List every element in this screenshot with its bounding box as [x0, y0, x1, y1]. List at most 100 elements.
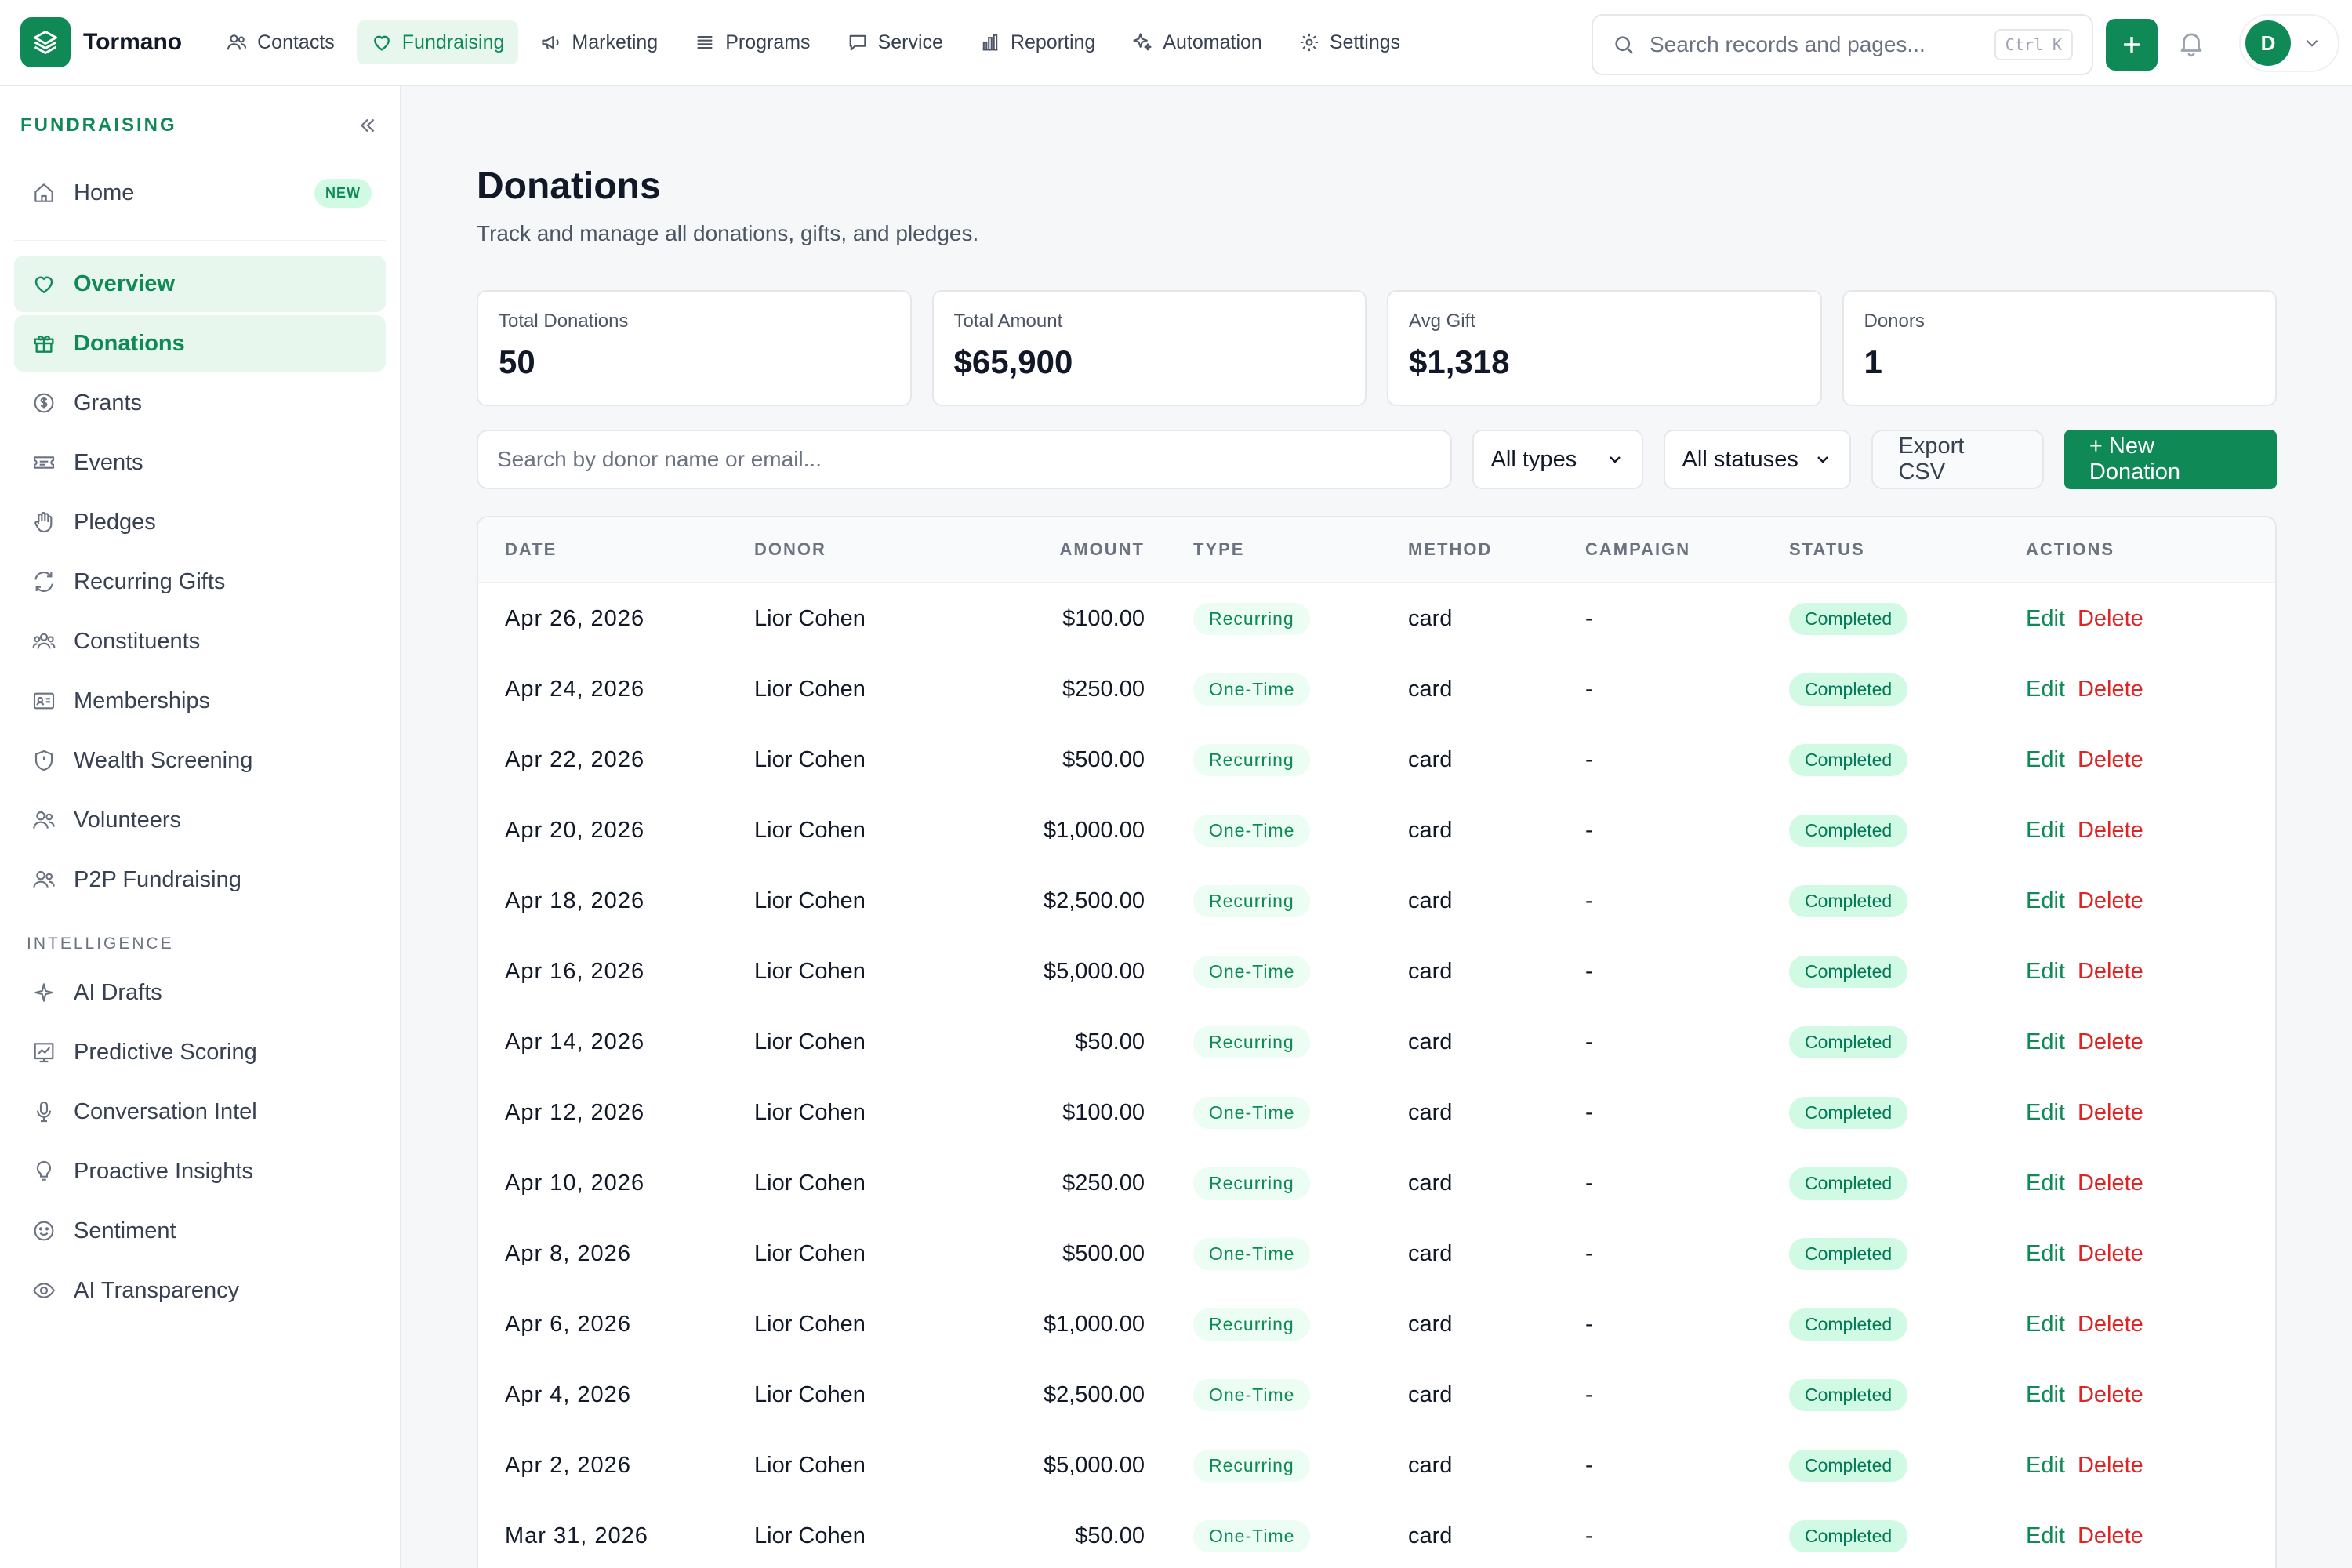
user-menu[interactable]: D: [2239, 14, 2339, 72]
stat-card-total-amount: Total Amount $65,900: [931, 290, 1367, 406]
sidebar-item-conversation-intel[interactable]: Conversation Intel: [14, 1083, 386, 1140]
delete-link[interactable]: Delete: [2078, 818, 2143, 843]
table-row[interactable]: Apr 26, 2026 Lior Cohen $100.00 Recurring ca…: [478, 583, 2275, 654]
delete-link[interactable]: Delete: [2078, 1453, 2143, 1478]
column-header-method[interactable]: METHOD: [1397, 539, 1574, 560]
table-row[interactable]: Apr 20, 2026 Lior Cohen $1,000.00 One-Time c…: [478, 795, 2275, 866]
collapse-sidebar-icon[interactable]: [356, 114, 379, 137]
delete-link[interactable]: Delete: [2078, 1523, 2143, 1548]
export-csv-button[interactable]: Export CSV: [1871, 430, 2044, 489]
table-row[interactable]: Apr 10, 2026 Lior Cohen $250.00 Recurring ca…: [478, 1148, 2275, 1218]
sidebar-item-proactive-insights[interactable]: Proactive Insights: [14, 1143, 386, 1200]
global-search-input[interactable]: Search records and pages... Ctrl K: [1592, 14, 2093, 75]
cell-amount: $50.00: [1075, 1029, 1145, 1054]
table-row[interactable]: Apr 24, 2026 Lior Cohen $250.00 One-Time car…: [478, 654, 2275, 724]
edit-link[interactable]: Edit: [2026, 677, 2065, 702]
brand[interactable]: Tormano: [20, 17, 182, 67]
delete-link[interactable]: Delete: [2078, 1312, 2143, 1337]
sidebar-item-pledges[interactable]: Pledges: [14, 494, 386, 550]
type-badge: One-Time: [1193, 1519, 1311, 1552]
delete-link[interactable]: Delete: [2078, 606, 2143, 631]
sidebar-item-home[interactable]: Home NEW: [14, 165, 386, 221]
microphone-icon: [31, 1099, 56, 1124]
table-row[interactable]: Mar 31, 2026 Lior Cohen $50.00 One-Time card…: [478, 1501, 2275, 1568]
delete-link[interactable]: Delete: [2078, 1382, 2143, 1407]
table-row[interactable]: Apr 18, 2026 Lior Cohen $2,500.00 Recurring…: [478, 866, 2275, 936]
type-filter-select[interactable]: All types: [1472, 430, 1643, 489]
column-header-donor[interactable]: DONOR: [743, 539, 994, 560]
quick-create-button[interactable]: [2106, 19, 2158, 71]
edit-link[interactable]: Edit: [2026, 1312, 2065, 1337]
type-badge: One-Time: [1193, 1237, 1311, 1270]
nav-fundraising[interactable]: Fundraising: [356, 20, 519, 64]
delete-link[interactable]: Delete: [2078, 747, 2143, 772]
cell-donor: Lior Cohen: [754, 1523, 866, 1548]
edit-link[interactable]: Edit: [2026, 888, 2065, 913]
group-icon: [31, 629, 56, 654]
nav-marketing[interactable]: Marketing: [526, 20, 672, 64]
sidebar-item-memberships[interactable]: Memberships: [14, 673, 386, 729]
table-row[interactable]: Apr 14, 2026 Lior Cohen $50.00 Recurring car…: [478, 1007, 2275, 1077]
delete-link[interactable]: Delete: [2078, 1100, 2143, 1125]
edit-link[interactable]: Edit: [2026, 1171, 2065, 1196]
table-row[interactable]: Apr 8, 2026 Lior Cohen $500.00 One-Time card…: [478, 1218, 2275, 1289]
nav-contacts[interactable]: Contacts: [212, 20, 349, 64]
notifications-bell-icon[interactable]: [2176, 28, 2206, 58]
delete-link[interactable]: Delete: [2078, 1171, 2143, 1196]
delete-link[interactable]: Delete: [2078, 1029, 2143, 1054]
type-badge: Recurring: [1193, 1025, 1310, 1058]
column-header-type[interactable]: TYPE: [1145, 539, 1397, 560]
cell-type: One-Time: [1145, 1237, 1397, 1270]
sidebar-item-overview[interactable]: Overview: [14, 256, 386, 312]
edit-link[interactable]: Edit: [2026, 818, 2065, 843]
delete-link[interactable]: Delete: [2078, 888, 2143, 913]
donor-search-input[interactable]: Search by donor name or email...: [477, 430, 1452, 489]
delete-link[interactable]: Delete: [2078, 1241, 2143, 1266]
sidebar-item-constituents[interactable]: Constituents: [14, 613, 386, 670]
column-header-status[interactable]: STATUS: [1778, 539, 2026, 560]
sidebar-item-ai-drafts[interactable]: AI Drafts: [14, 964, 386, 1021]
nav-automation[interactable]: Automation: [1117, 20, 1276, 64]
table-row[interactable]: Apr 6, 2026 Lior Cohen $1,000.00 Recurring c…: [478, 1289, 2275, 1359]
delete-link[interactable]: Delete: [2078, 677, 2143, 702]
sidebar-item-sentiment[interactable]: Sentiment: [14, 1203, 386, 1259]
type-badge: Recurring: [1193, 602, 1310, 635]
edit-link[interactable]: Edit: [2026, 747, 2065, 772]
cell-date: Apr 26, 2026: [505, 605, 645, 631]
cell-method: card: [1408, 817, 1453, 843]
sidebar-item-volunteers[interactable]: Volunteers: [14, 792, 386, 848]
sidebar-item-grants[interactable]: Grants: [14, 375, 386, 431]
nav-settings[interactable]: Settings: [1284, 20, 1414, 64]
table-row[interactable]: Apr 22, 2026 Lior Cohen $500.00 Recurring ca…: [478, 724, 2275, 795]
sidebar-item-donations[interactable]: Donations: [14, 315, 386, 372]
nav-programs[interactable]: Programs: [680, 20, 824, 64]
delete-link[interactable]: Delete: [2078, 959, 2143, 984]
nav-service[interactable]: Service: [833, 20, 957, 64]
table-row[interactable]: Apr 12, 2026 Lior Cohen $100.00 One-Time car…: [478, 1077, 2275, 1148]
column-header-date[interactable]: DATE: [478, 539, 743, 560]
table-row[interactable]: Apr 2, 2026 Lior Cohen $5,000.00 Recurring c…: [478, 1430, 2275, 1501]
edit-link[interactable]: Edit: [2026, 1100, 2065, 1125]
edit-link[interactable]: Edit: [2026, 1241, 2065, 1266]
edit-link[interactable]: Edit: [2026, 606, 2065, 631]
table-row[interactable]: Apr 4, 2026 Lior Cohen $2,500.00 One-Time ca…: [478, 1359, 2275, 1430]
status-filter-select[interactable]: All statuses: [1663, 430, 1852, 489]
sidebar-item-recurring-gifts[interactable]: Recurring Gifts: [14, 554, 386, 610]
column-header-campaign[interactable]: CAMPAIGN: [1574, 539, 1778, 560]
sidebar-item-wealth-screening[interactable]: Wealth Screening: [14, 732, 386, 789]
sidebar-item-ai-transparency[interactable]: AI Transparency: [14, 1262, 386, 1319]
edit-link[interactable]: Edit: [2026, 959, 2065, 984]
table-row[interactable]: Apr 16, 2026 Lior Cohen $5,000.00 One-Time c…: [478, 936, 2275, 1007]
sidebar-item-predictive-scoring[interactable]: Predictive Scoring: [14, 1024, 386, 1080]
edit-link[interactable]: Edit: [2026, 1523, 2065, 1548]
users-icon: [31, 808, 56, 833]
cell-method: card: [1408, 676, 1453, 702]
nav-reporting[interactable]: Reporting: [965, 20, 1109, 64]
column-header-amount[interactable]: AMOUNT: [994, 539, 1145, 560]
edit-link[interactable]: Edit: [2026, 1453, 2065, 1478]
edit-link[interactable]: Edit: [2026, 1029, 2065, 1054]
sidebar-item-p2p-fundraising[interactable]: P2P Fundraising: [14, 851, 386, 908]
sidebar-item-events[interactable]: Events: [14, 434, 386, 491]
edit-link[interactable]: Edit: [2026, 1382, 2065, 1407]
new-donation-button[interactable]: + New Donation: [2063, 430, 2277, 489]
